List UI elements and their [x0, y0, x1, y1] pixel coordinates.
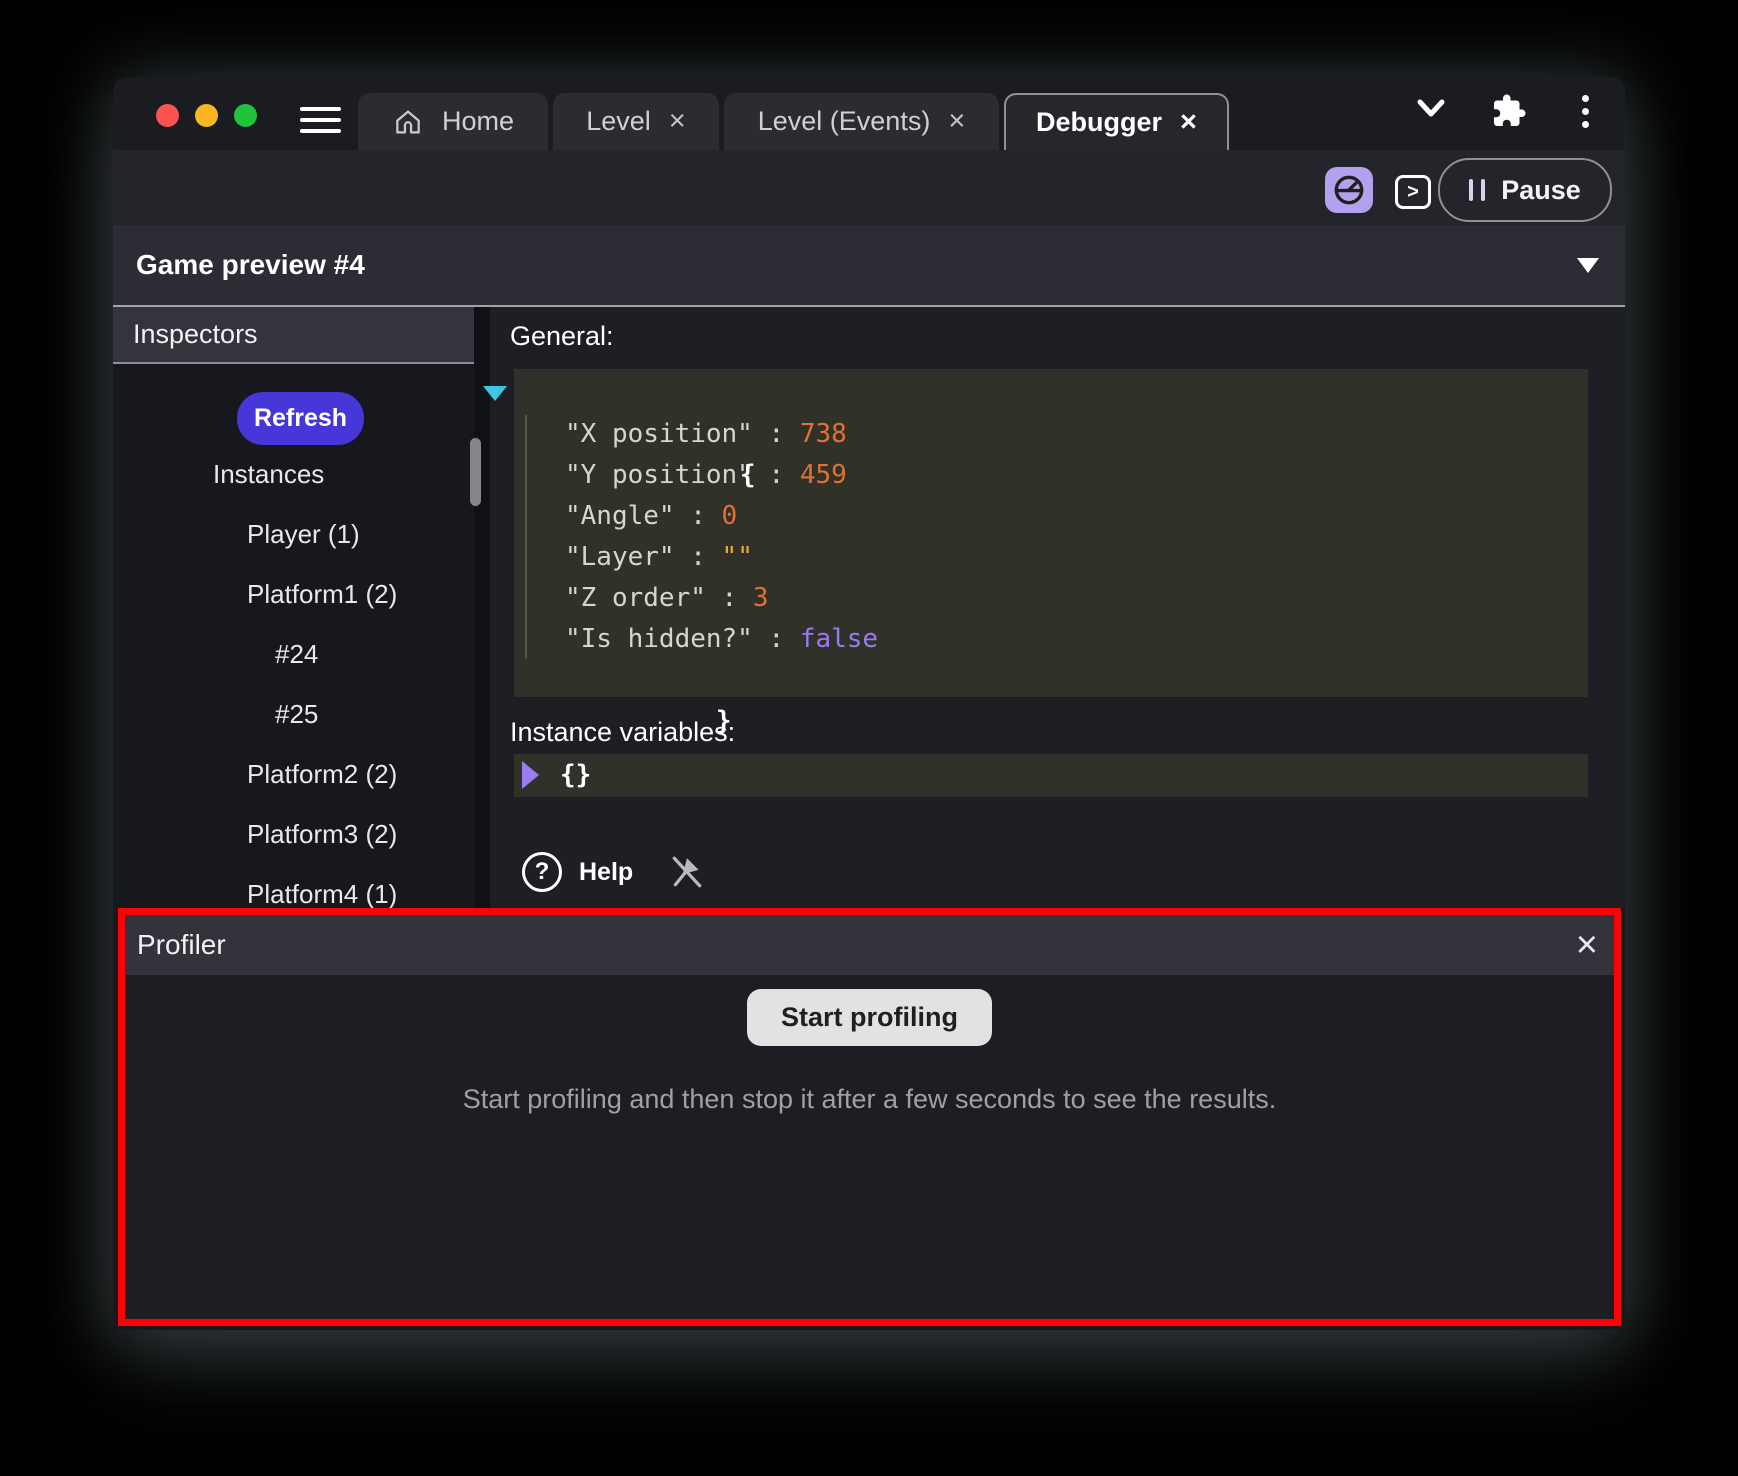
expander-open-icon[interactable] — [483, 386, 507, 401]
profiler-header: Profiler × — [125, 915, 1614, 975]
tab-debugger[interactable]: Debugger × — [1004, 93, 1229, 150]
tab-label: Home — [442, 106, 514, 137]
pause-label: Pause — [1501, 175, 1581, 206]
inspectors-body: Refresh InstancesPlayer (1)Platform1 (2)… — [113, 366, 474, 908]
start-profiling-button[interactable]: Start profiling — [747, 989, 992, 1046]
tree-item[interactable]: Player (1) — [113, 504, 474, 564]
inspectors-title: Inspectors — [133, 319, 258, 350]
pause-button[interactable]: Pause — [1438, 158, 1612, 222]
dropdown-caret-icon[interactable] — [1577, 258, 1599, 273]
tab-level-events[interactable]: Level (Events) × — [724, 93, 999, 150]
minimize-window-button[interactable] — [195, 104, 218, 127]
instances-tree: InstancesPlayer (1)Platform1 (2)#24#25Pl… — [113, 444, 474, 924]
tab-bar: Home Level × Level (Events) × Debugger × — [358, 93, 1229, 150]
titlebar: Home Level × Level (Events) × Debugger × — [113, 77, 1625, 150]
console-icon: > — [1407, 182, 1419, 202]
general-json-viewer: { "X position" : 738"Y position" : 459"A… — [514, 369, 1588, 697]
menu-icon[interactable] — [300, 107, 341, 134]
tree-item[interactable]: Platform3 (2) — [113, 804, 474, 864]
help-button[interactable]: Help — [579, 858, 633, 887]
tree-item[interactable]: Instances — [113, 444, 474, 504]
debugger-content: Inspectors Refresh InstancesPlayer (1)Pl… — [113, 307, 1625, 908]
tab-label: Level (Events) — [758, 106, 931, 137]
tree-item[interactable]: Platform2 (2) — [113, 744, 474, 804]
gauge-icon — [1331, 172, 1367, 208]
tab-label: Debugger — [1036, 107, 1162, 138]
maximize-window-button[interactable] — [234, 104, 257, 127]
tree-item[interactable]: #24 — [113, 624, 474, 684]
tab-home[interactable]: Home — [358, 93, 548, 150]
help-row: ? Help — [522, 852, 705, 892]
inspectors-sidebar: Inspectors Refresh InstancesPlayer (1)Pl… — [113, 307, 474, 908]
instance-variables-value: {} — [560, 760, 591, 790]
general-label: General: — [510, 321, 614, 352]
console-button[interactable]: > — [1395, 175, 1431, 209]
profiler-close-button[interactable]: × — [1576, 926, 1598, 964]
json-entry-row: "Layer" : "" — [514, 537, 1588, 578]
profiler-title: Profiler — [137, 929, 226, 961]
tree-item[interactable]: #25 — [113, 684, 474, 744]
profiler-hint-text: Start profiling and then stop it after a… — [463, 1084, 1276, 1115]
tab-level[interactable]: Level × — [553, 93, 719, 150]
debugger-toolbar: > Pause — [113, 150, 1625, 225]
game-preview-header[interactable]: Game preview #4 — [113, 225, 1625, 307]
open-brace: { — [740, 460, 756, 490]
pause-icon — [1469, 179, 1485, 201]
instance-variables-label: Instance variables: — [510, 717, 735, 748]
json-entry-row: "Is hidden?" : false — [514, 619, 1588, 660]
extensions-puzzle-icon[interactable] — [1491, 93, 1527, 129]
tab-close-icon[interactable]: × — [1180, 108, 1197, 137]
profiler-body: Start profiling Start profiling and then… — [125, 975, 1614, 1319]
tab-close-icon[interactable]: × — [948, 107, 965, 136]
tab-close-icon[interactable]: × — [669, 107, 686, 136]
json-open-brace-row: { — [514, 373, 1588, 414]
instance-variables-viewer: {} — [514, 754, 1588, 797]
instance-variables-row: {} — [514, 754, 1588, 797]
home-icon — [392, 106, 424, 138]
sidebar-scrollbar[interactable] — [470, 438, 481, 506]
tree-item[interactable]: Platform1 (2) — [113, 564, 474, 624]
profiler-toggle-button[interactable] — [1325, 167, 1373, 213]
indent-guide — [525, 415, 527, 659]
desktop-background: Home Level × Level (Events) × Debugger × — [0, 0, 1738, 1476]
game-preview-title: Game preview #4 — [136, 225, 365, 305]
tab-label: Level — [586, 106, 651, 137]
app-window: Home Level × Level (Events) × Debugger × — [113, 77, 1625, 1330]
refresh-button[interactable]: Refresh — [237, 392, 364, 445]
json-entry-row: "Z order" : 3 — [514, 578, 1588, 619]
expander-collapsed-icon[interactable] — [522, 761, 539, 789]
inspectors-header: Inspectors — [113, 307, 474, 364]
unpin-icon[interactable] — [669, 854, 705, 890]
inspector-detail-panel: General: { "X position" : 738"Y position… — [490, 307, 1625, 908]
chevron-down-icon[interactable] — [1416, 97, 1446, 121]
help-icon[interactable]: ? — [522, 852, 562, 892]
close-window-button[interactable] — [156, 104, 179, 127]
json-close-brace-row: } — [514, 660, 1588, 701]
profiler-panel: Profiler × Start profiling Start profili… — [118, 908, 1621, 1326]
overflow-menu-icon[interactable] — [1582, 95, 1590, 134]
